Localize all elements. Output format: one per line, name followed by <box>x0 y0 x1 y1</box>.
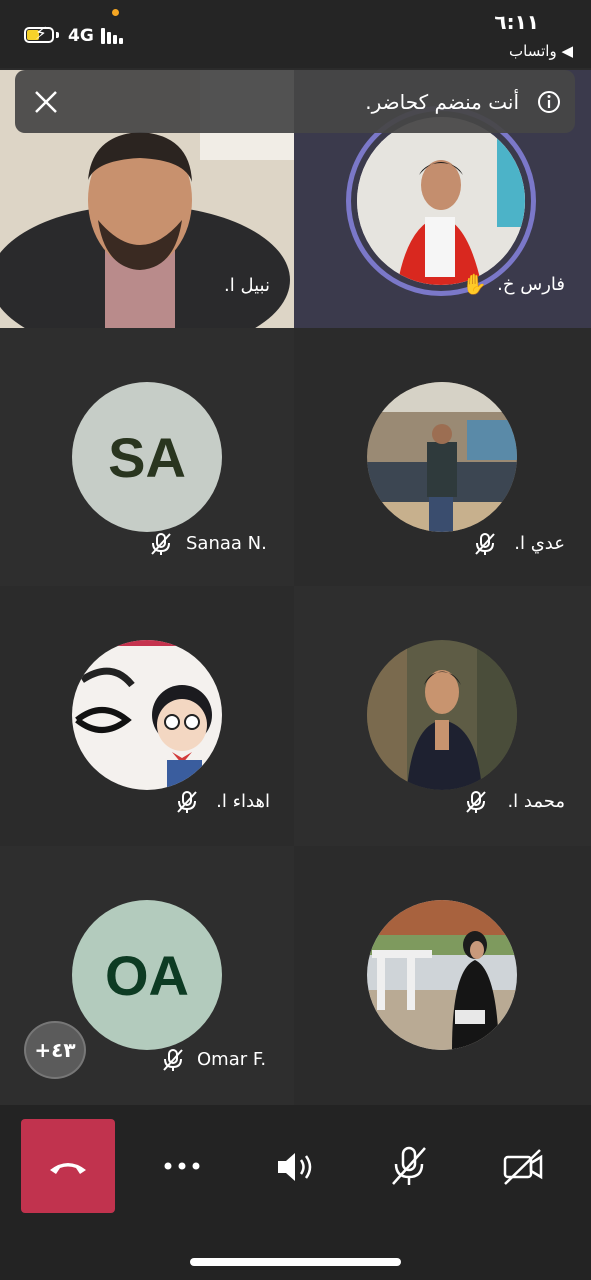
participant-photo <box>357 117 525 285</box>
attendee-banner: أنت منضم كحاضر. <box>15 70 575 133</box>
participant-photo-art <box>367 900 517 1050</box>
clock: ٦:١١ <box>494 10 539 34</box>
participant-photo-art <box>72 640 222 790</box>
participant-tile[interactable]: محمد ا. <box>294 586 591 846</box>
home-indicator[interactable] <box>190 1258 401 1266</box>
mic-muted-icon <box>177 791 197 813</box>
participant-name: محمد ا. <box>507 791 565 812</box>
network-type: 4G <box>68 26 94 46</box>
mic-muted-icon <box>163 1049 183 1071</box>
participant-tile[interactable] <box>294 846 591 1105</box>
battery-tip <box>56 32 59 38</box>
participant-photo-art <box>357 117 525 285</box>
more-participants-button[interactable]: +٤٣ <box>24 1021 86 1079</box>
participant-tile[interactable]: عدي ا. <box>294 328 591 586</box>
participant-photo <box>367 640 517 790</box>
speaker-button[interactable] <box>275 1148 317 1186</box>
mic-muted-icon <box>475 533 495 555</box>
hang-up-button[interactable] <box>21 1119 115 1213</box>
participant-name: نبيل ا. <box>224 275 270 296</box>
initials-avatar: SA <box>72 382 222 532</box>
participant-tile[interactable]: اهداء ا. <box>0 586 294 846</box>
back-to-app-link[interactable]: ◀ واتساب <box>509 42 573 60</box>
camera-off-button[interactable] <box>502 1148 544 1186</box>
recording-dot <box>112 9 119 16</box>
participant-photo-art <box>367 382 517 532</box>
participant-name: Sanaa N. <box>186 533 267 554</box>
close-icon[interactable] <box>33 89 59 115</box>
raised-hand-icon: ✋ <box>462 272 487 296</box>
participant-photo <box>72 640 222 790</box>
mic-muted-icon <box>151 533 171 555</box>
initials-avatar: OA <box>72 900 222 1050</box>
charging-icon: ⚡ <box>35 24 47 44</box>
participant-name: Omar F. <box>197 1049 267 1070</box>
info-icon <box>538 91 560 113</box>
participant-tile[interactable]: SA Sanaa N. <box>0 328 294 586</box>
signal-icon <box>101 28 127 44</box>
mic-muted-icon <box>466 791 486 813</box>
participant-name: عدي ا. <box>514 533 565 554</box>
banner-text: أنت منضم كحاضر. <box>365 90 519 114</box>
participant-photo <box>367 382 517 532</box>
phone-hangup-icon <box>50 1163 86 1174</box>
mic-off-button[interactable] <box>389 1144 429 1188</box>
participant-photo <box>367 900 517 1050</box>
participant-photo-art <box>367 640 517 790</box>
more-options-button[interactable] <box>164 1158 200 1174</box>
participant-name: اهداء ا. <box>216 791 270 812</box>
participant-name: فارس خ. <box>497 274 565 295</box>
